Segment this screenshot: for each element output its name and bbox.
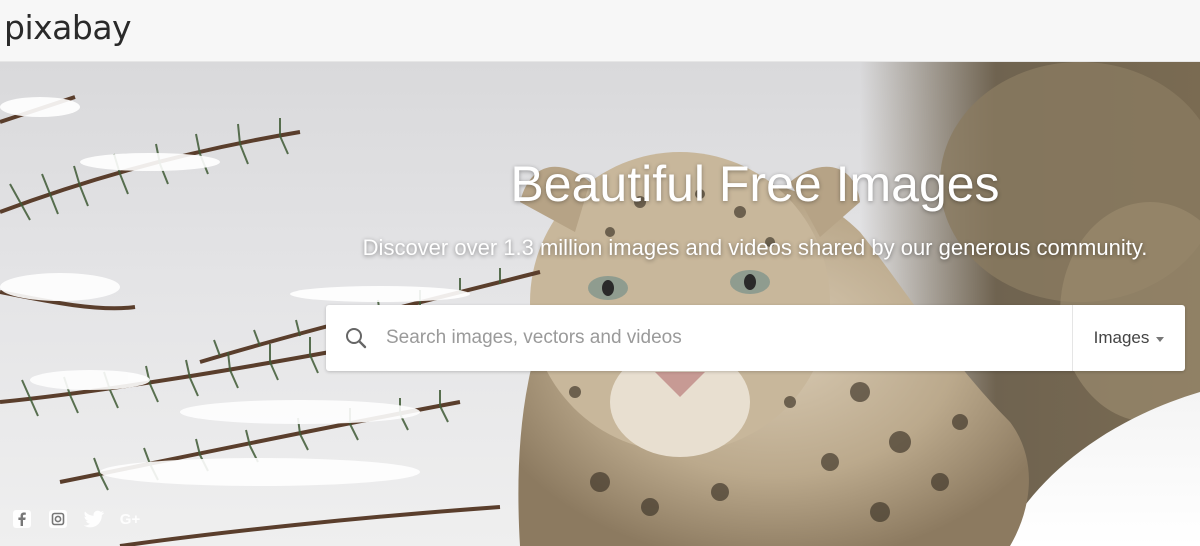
caret-down-icon xyxy=(1156,336,1165,342)
hero-title: Beautiful Free Images xyxy=(510,156,1000,212)
top-navbar: pixabay xyxy=(0,0,1200,62)
hero-background-image xyxy=(0,62,1200,546)
search-bar: Images xyxy=(326,305,1185,371)
social-links: G+ xyxy=(10,507,142,531)
google-plus-icon[interactable]: G+ xyxy=(118,507,142,531)
search-input[interactable] xyxy=(386,305,1072,371)
facebook-icon[interactable] xyxy=(10,507,34,531)
media-type-dropdown[interactable]: Images xyxy=(1072,305,1185,371)
hero-banner: Beautiful Free Images Discover over 1.3 … xyxy=(0,62,1200,546)
search-icon[interactable] xyxy=(326,305,386,371)
twitter-icon[interactable] xyxy=(82,507,106,531)
hero-subtitle: Discover over 1.3 million images and vid… xyxy=(362,235,1148,260)
instagram-icon[interactable] xyxy=(46,507,70,531)
pixabay-logo[interactable]: pixabay xyxy=(4,8,132,48)
media-type-label: Images xyxy=(1093,328,1150,347)
google-plus-label: G+ xyxy=(119,510,141,528)
